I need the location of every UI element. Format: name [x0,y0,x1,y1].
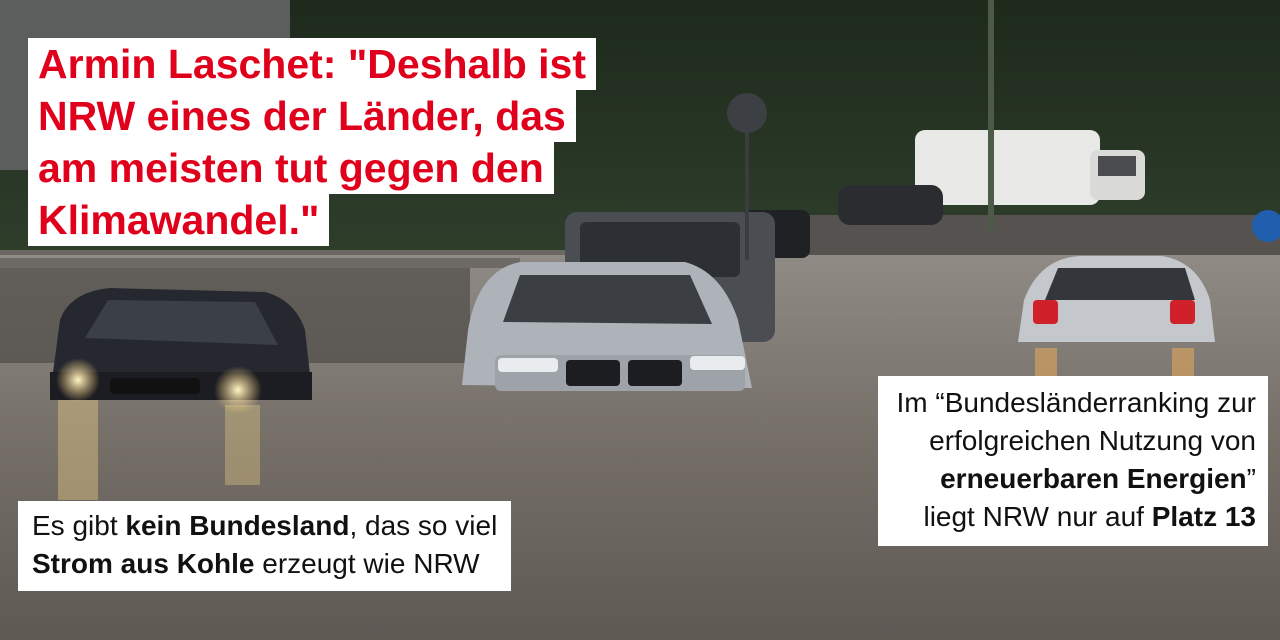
text-segment: liegt NRW nur auf [923,501,1152,532]
quote-line: Klimawandel." [28,194,330,246]
dark-sedan-left [50,288,312,414]
quote-caption: Armin Laschet: "Deshalb ist NRW eines de… [28,38,597,246]
headlight-reflection [58,400,98,500]
headlight-reflection [225,405,260,485]
meme-image: Armin Laschet: "Deshalb ist NRW eines de… [0,0,1280,640]
ranking-fact-line-3: erneuerbaren Energien” [896,460,1256,498]
ranking-fact-line-1: Im “Bundesländerranking zur [896,387,1256,418]
text-segment: , das so viel [349,510,498,541]
emphasis-text: erneuerbaren Energien [940,463,1247,494]
text-segment: erzeugt wie NRW [254,548,480,579]
sign-pole [745,120,749,260]
ranking-fact-line-2: erfolgreichen Nutzung von [929,425,1256,456]
emphasis-text: Strom aus Kohle [32,548,255,579]
emphasis-text: kein Bundesland [125,510,350,541]
text-segment: ” [1246,463,1256,494]
coal-fact-line-2: Strom aus Kohle erzeugt wie NRW [32,545,497,583]
emphasis-text: Platz 13 [1151,501,1256,532]
silver-suv-center [462,262,752,391]
fence [0,258,520,268]
ranking-fact-caption: Im “Bundesländerranking zur erfolgreiche… [878,376,1268,546]
quote-line: am meisten tut gegen den [28,142,554,194]
traffic-sign [727,93,767,133]
coal-fact-line-1: Es gibt kein Bundesland, das so viel [32,507,497,545]
text-segment: Es gibt [32,510,126,541]
ranking-fact-line-4: liegt NRW nur auf Platz 13 [896,498,1256,536]
quote-line: Armin Laschet: "Deshalb ist [28,38,597,90]
street-lamp-pole [988,0,994,230]
coal-fact-caption: Es gibt kein Bundesland, das so viel Str… [18,501,512,591]
dark-car-background [838,185,943,225]
quote-line: NRW eines der Länder, das [28,90,576,142]
